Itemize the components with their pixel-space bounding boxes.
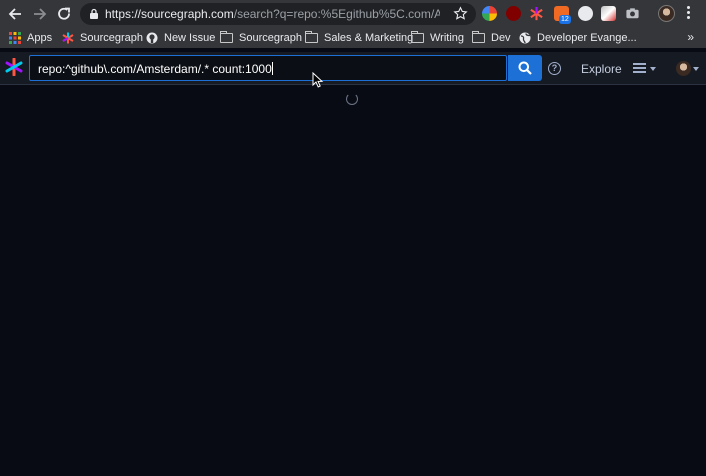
- search-query-text: repo:^github\.com/Amsterdam/.* count:100…: [38, 62, 272, 76]
- web-developer-extension-icon[interactable]: [601, 6, 616, 21]
- bookmark-folder-dev[interactable]: Dev: [472, 28, 511, 48]
- back-button[interactable]: [6, 5, 24, 23]
- apps-grid-icon: [9, 32, 21, 44]
- reload-icon: [58, 7, 70, 20]
- bookmark-label: New Issue: [164, 32, 216, 44]
- url-host: https://sourcegraph.com: [105, 7, 234, 21]
- forward-button[interactable]: [31, 5, 49, 23]
- bookmark-star-icon[interactable]: [453, 6, 468, 21]
- bookmark-sourcegraph[interactable]: Sourcegraph: [62, 28, 143, 48]
- search-query-input[interactable]: repo:^github\.com/Amsterdam/.* count:100…: [29, 55, 507, 81]
- menu-caret-icon[interactable]: [650, 67, 656, 71]
- address-bar[interactable]: https://sourcegraph.com/search?q=repo:%5…: [80, 3, 476, 25]
- hamburger-menu-icon[interactable]: [633, 63, 646, 73]
- loading-spinner-icon: [346, 93, 358, 105]
- folder-icon: [220, 31, 233, 43]
- github-icon: [146, 32, 158, 44]
- bookmark-label: Sourcegraph: [80, 32, 143, 44]
- arrow-right-icon: [34, 8, 47, 20]
- chrome-profile-avatar[interactable]: [658, 5, 675, 22]
- folder-icon: [411, 31, 424, 43]
- notification-badge: 12: [559, 15, 571, 24]
- query-text-wrapper: repo:^github\.com/Amsterdam/.* count:100…: [38, 62, 273, 76]
- chrome-menu-icon[interactable]: [686, 6, 690, 22]
- ublock-extension-icon[interactable]: [506, 6, 521, 21]
- screenshot-extension-icon[interactable]: [625, 6, 640, 21]
- sourcegraph-logo-icon[interactable]: [5, 58, 23, 76]
- url-text: https://sourcegraph.com/search?q=repo:%5…: [105, 7, 440, 21]
- bookmark-label: Sourcegraph: [239, 32, 302, 44]
- user-menu-caret-icon[interactable]: [693, 67, 699, 71]
- sourcegraph-navbar: repo:^github\.com/Amsterdam/.* count:100…: [0, 52, 706, 85]
- explore-link[interactable]: Explore: [581, 62, 622, 76]
- lock-icon: [90, 8, 98, 19]
- bookmark-folder-sales-marketing[interactable]: Sales & Marketing: [305, 28, 413, 48]
- globe-icon: [519, 32, 531, 44]
- mouse-cursor-icon: [312, 72, 324, 88]
- bookmark-developer-evangelism[interactable]: Developer Evange...: [519, 28, 637, 48]
- bookmark-folder-sourcegraph[interactable]: Sourcegraph: [220, 28, 302, 48]
- bookmark-label: Sales & Marketing: [324, 32, 414, 44]
- search-button[interactable]: [508, 55, 542, 81]
- text-caret: [271, 62, 273, 75]
- bookmark-label: Apps: [27, 32, 53, 44]
- browser-toolbar: https://sourcegraph.com/search?q=repo:%5…: [0, 0, 706, 28]
- bookmarks-bar: Apps Sourcegraph New Issue Sourcegraph S…: [0, 28, 706, 48]
- more-bookmarks-chevron-icon[interactable]: »: [687, 30, 694, 44]
- bookmark-label: Writing: [430, 32, 465, 44]
- arrow-left-icon: [8, 8, 21, 20]
- color-wheel-extension-icon[interactable]: [482, 6, 497, 21]
- search-icon: [518, 61, 532, 75]
- bookmark-new-issue[interactable]: New Issue: [146, 28, 215, 48]
- url-path: /search?q=repo:%5Egithub%5C.com/Am...: [233, 7, 440, 21]
- user-avatar[interactable]: [676, 61, 691, 76]
- folder-icon: [305, 31, 318, 43]
- reload-button[interactable]: [55, 5, 73, 23]
- bookmark-label: Dev: [491, 32, 511, 44]
- bookmark-label: Developer Evange...: [537, 32, 637, 44]
- sourcegraph-extension-icon[interactable]: [529, 6, 544, 21]
- sourcegraph-icon: [62, 32, 74, 44]
- bookmark-folder-writing[interactable]: Writing: [411, 28, 464, 48]
- bookmark-apps[interactable]: Apps: [9, 28, 52, 48]
- help-icon[interactable]: ?: [548, 62, 561, 75]
- grammar-extension-icon[interactable]: [578, 6, 593, 21]
- folder-icon: [472, 31, 485, 43]
